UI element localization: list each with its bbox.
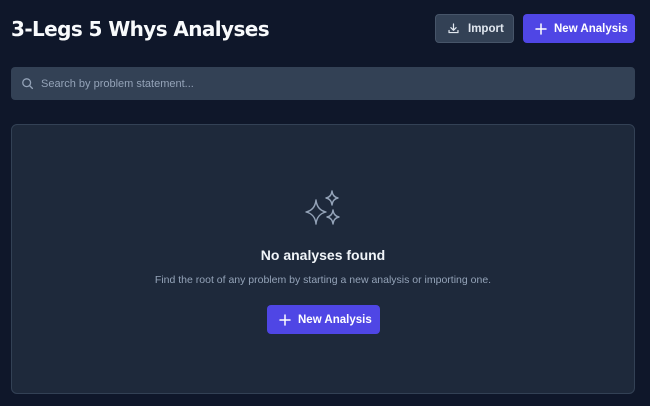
search-input[interactable] bbox=[41, 77, 635, 90]
download-icon bbox=[448, 23, 459, 34]
new-analysis-button-label: New Analysis bbox=[554, 22, 628, 35]
page: 3-Legs 5 Whys Analyses Import New Analys… bbox=[0, 0, 650, 406]
empty-state-new-analysis-button[interactable]: New Analysis bbox=[267, 305, 380, 334]
empty-state-panel: No analyses found Find the root of any p… bbox=[11, 124, 635, 394]
empty-state-description: Find the root of any problem by starting… bbox=[154, 274, 492, 286]
header-actions: Import New Analysis bbox=[435, 14, 635, 43]
page-title: 3-Legs 5 Whys Analyses bbox=[11, 16, 270, 41]
plus-icon bbox=[535, 22, 547, 35]
sparkles-icon bbox=[305, 190, 340, 225]
new-analysis-button[interactable]: New Analysis bbox=[523, 14, 635, 43]
header: 3-Legs 5 Whys Analyses Import New Analys… bbox=[11, 14, 635, 43]
empty-state-button-label: New Analysis bbox=[298, 313, 372, 326]
import-button-label: Import bbox=[468, 22, 504, 35]
empty-state-title: No analyses found bbox=[260, 247, 386, 263]
import-button[interactable]: Import bbox=[435, 14, 514, 43]
search-icon bbox=[22, 78, 34, 90]
plus-icon bbox=[279, 313, 291, 326]
search-bar bbox=[11, 67, 635, 100]
